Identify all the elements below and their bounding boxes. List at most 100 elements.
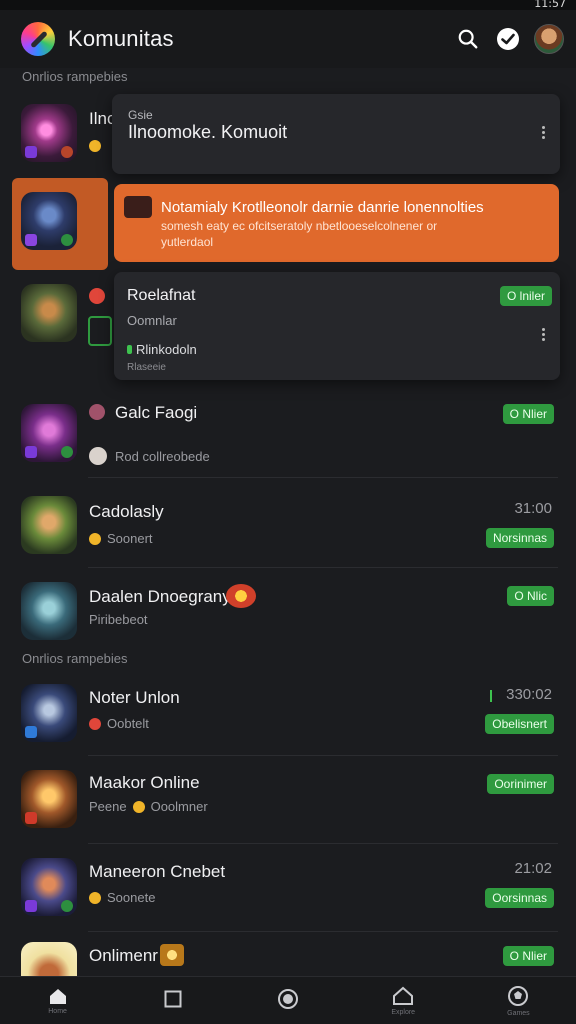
side-frame (88, 316, 112, 346)
row-subtitle: Peene Ooolmner (89, 799, 208, 814)
section-header-first: Onrlios rampebies (22, 69, 128, 84)
circle-icon (278, 989, 298, 1009)
house-outline-icon (393, 986, 414, 1005)
notification-icon (124, 196, 152, 218)
status-icon (61, 146, 73, 158)
emblem-icon (160, 944, 184, 966)
coin-icon (89, 140, 101, 152)
row-title: Maneeron Cnebet (89, 862, 226, 881)
search-button[interactable] (448, 19, 488, 59)
game-icon (21, 496, 77, 554)
profile-avatar[interactable] (534, 24, 564, 54)
row-subtitle: Soonete (89, 890, 155, 905)
row-title: Maakor Online (89, 773, 200, 792)
row-subtitle: Piribebeot (89, 612, 148, 627)
row-title: Daalen Dnoegrany (89, 587, 231, 606)
notification-body-line2: yutlerdaol (161, 235, 214, 249)
list-item[interactable]: Noter Unlon Oobtelt 330:02 Obelisnert (0, 670, 576, 756)
list-item[interactable]: Maneeron Cnebet Soonete 21:02 Oorsinnas (0, 844, 576, 932)
list-item[interactable]: Daalen Dnoegrany Piribebeot O Nlic (0, 568, 576, 648)
status-icon (61, 900, 73, 912)
nav-item-explore[interactable]: Explore (346, 977, 461, 1024)
nav-item-circle[interactable] (230, 977, 345, 1024)
divider (88, 477, 558, 478)
nav-label-explore: Explore (391, 1008, 416, 1016)
app-logo-icon (21, 22, 55, 56)
section-header-second: Onrlios rampebies (22, 651, 128, 666)
list-item[interactable]: Onlimenr O Nlier (0, 932, 576, 978)
list-item[interactable]: Galc Faogi Rod collreobede O Nlier (0, 388, 576, 478)
row-title: Galc Faogi (115, 403, 198, 422)
platform-icon (25, 726, 37, 738)
app-title: Komunitas (68, 26, 174, 51)
popup-mid-title: Roelafnat (127, 287, 196, 304)
platform-icon (25, 234, 37, 246)
platform-icon (25, 446, 37, 458)
time-label: 31:00 (514, 500, 552, 517)
platform-icon (25, 146, 37, 158)
bottom-nav: Home Explore Games (0, 976, 576, 1024)
list-item[interactable]: Cadolasly Soonert 31:00 Norsinnas (0, 482, 576, 568)
coin-icon (89, 891, 101, 904)
game-icon (21, 942, 77, 978)
game-avatar-icon (89, 404, 105, 420)
popup-mid-note: Rlaseeie (127, 362, 166, 373)
status-badge: O Nlier (502, 946, 554, 966)
popup-mid-subtitle: Oomnlar (127, 313, 177, 328)
list-item[interactable]: Maakor Online Peene Ooolmner Oorinimer (0, 756, 576, 844)
row-title: Cadolasly (89, 502, 164, 521)
status-badge: O Nlier (502, 404, 554, 424)
status-icon (61, 234, 73, 246)
status-time: 11:57 (534, 0, 566, 10)
verified-button[interactable] (488, 19, 528, 59)
more-options-icon[interactable] (542, 126, 546, 139)
game-icon[interactable] (21, 192, 77, 250)
row-subtitle-text: Soonert (107, 531, 153, 546)
row-subtitle-text: Ooolmner (150, 799, 208, 814)
popup-label: Gsie (128, 108, 153, 122)
nav-item-square[interactable] (115, 977, 230, 1024)
status-bar: 11:57 (0, 0, 576, 10)
game-icon (21, 104, 77, 162)
notification-title: Notamialy Krotlleonolr darnie danrie lon… (161, 199, 484, 216)
status-badge: O Nlic (507, 586, 554, 606)
row-subtitle: Rod collreobede (89, 447, 210, 465)
platform-icon (25, 812, 37, 824)
popup-mid-status: Rlinkodoln (127, 342, 197, 357)
coin-icon (132, 800, 145, 813)
more-options-icon[interactable] (542, 328, 546, 341)
platform-icon (25, 900, 37, 912)
notification-body-line1: somesh eaty ec ofcitseratoly nbetlooesel… (161, 219, 438, 233)
soccer-ball-icon (508, 985, 529, 1006)
context-popup: Gsie Ilnoomoke. Komuoit (112, 94, 560, 174)
time-label: 21:02 (514, 860, 552, 877)
status-badge: Obelisnert (485, 714, 554, 734)
status-badge: Norsinnas (485, 528, 554, 548)
row-subtitle-text: Oobtelt (107, 716, 149, 731)
game-icon (21, 582, 77, 640)
popup-mid-status-text: Rlinkodoln (136, 342, 197, 357)
nav-item-home[interactable]: Home (0, 977, 115, 1024)
app-actions (448, 19, 576, 59)
status-badge: Oorsinnas (485, 888, 554, 908)
status-badge: O lniler (499, 286, 552, 306)
game-detail-popup: Roelafnat Oomnlar Rlinkodoln Rlaseeie O … (114, 272, 560, 380)
row-subtitle-text: Soonete (107, 890, 156, 905)
notification-card[interactable]: Notamialy Krotlleonolr darnie danrie lon… (114, 184, 559, 262)
coin-icon (89, 532, 101, 545)
status-icon (61, 446, 73, 458)
avatar-icon (89, 447, 107, 465)
search-icon (458, 29, 478, 49)
status-badge: Oorinimer (487, 774, 554, 794)
row-subtitle: Oobtelt (89, 716, 149, 731)
nav-label-games: Games (507, 1009, 530, 1017)
nav-item-games[interactable]: Games (461, 977, 576, 1024)
status-dot-icon (89, 717, 101, 730)
online-indicator-icon (127, 345, 132, 354)
row-subtitle-prefix: Peene (89, 799, 127, 814)
check-circle-icon (497, 28, 519, 50)
game-icon (21, 684, 77, 742)
row-subtitle-text: Rod collreobede (115, 448, 210, 464)
emblem-icon (226, 584, 256, 608)
row-title: Onlimenr (89, 946, 158, 965)
